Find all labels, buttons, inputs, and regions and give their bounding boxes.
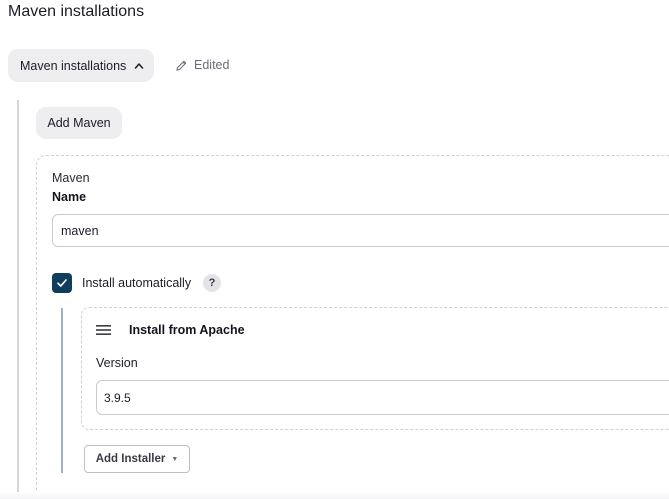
maven-config-page: Maven installations Maven installations …: [0, 0, 669, 499]
pencil-icon: [176, 60, 187, 71]
add-installer-label: Add Installer: [95, 453, 166, 465]
installer-section-rule: [61, 308, 63, 473]
name-label: Name: [52, 190, 87, 204]
name-input[interactable]: [52, 214, 669, 247]
checkmark-icon: [57, 279, 67, 287]
install-automatically-checkbox[interactable]: [52, 273, 72, 293]
version-label: Version: [96, 356, 138, 370]
installer-title: Install from Apache: [129, 323, 245, 337]
edited-label: Edited: [194, 58, 230, 72]
install-automatically-label[interactable]: Install automatically: [82, 276, 191, 290]
version-input[interactable]: [96, 380, 669, 415]
page-title: Maven installations: [8, 3, 145, 20]
caret-down-icon: ▼: [171, 455, 179, 463]
chevron-up-icon: [135, 62, 144, 69]
page-bottom-edge: [0, 492, 669, 499]
toggle-button-label: Maven installations: [20, 58, 127, 73]
add-maven-button[interactable]: Add Maven: [36, 107, 122, 139]
help-icon[interactable]: ?: [203, 274, 221, 292]
maven-installations-toggle-button[interactable]: Maven installations: [8, 49, 154, 82]
section-divider: [17, 100, 19, 499]
add-installer-button[interactable]: Add Installer ▼: [84, 445, 190, 473]
drag-handle-icon[interactable]: [96, 324, 111, 336]
installation-caption: Maven: [52, 171, 90, 185]
edited-indicator: Edited: [175, 58, 229, 72]
